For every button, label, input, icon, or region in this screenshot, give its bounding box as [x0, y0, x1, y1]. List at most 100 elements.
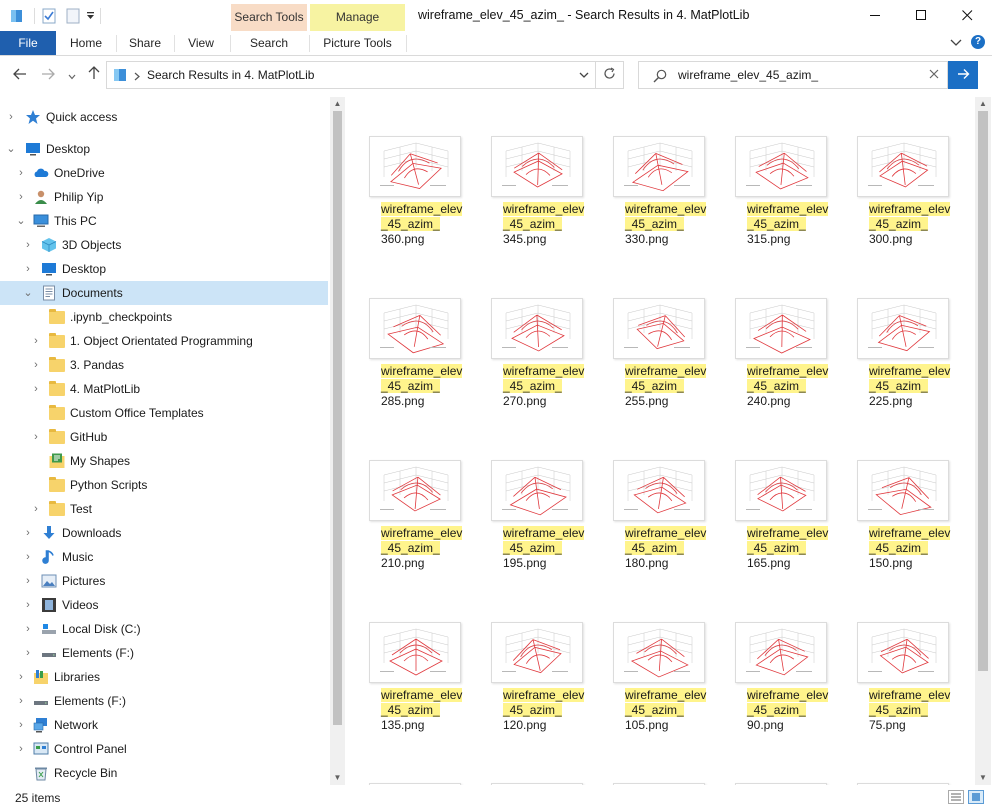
expand-chevron-icon[interactable]: ›	[22, 622, 34, 636]
file-name: wireframe_elev _45_azim_ 360.png	[381, 202, 467, 247]
expand-chevron-icon[interactable]: ›	[15, 694, 27, 708]
nav-item-music[interactable]: › Music	[0, 545, 328, 569]
expand-chevron-icon[interactable]: ›	[22, 646, 34, 660]
nav-item-3d-objects[interactable]: › 3D Objects	[0, 233, 328, 257]
nav-item-documents[interactable]: ⌄ Documents	[0, 281, 328, 305]
tab-view[interactable]: View	[175, 31, 227, 55]
nav-item-desktop[interactable]: › Desktop	[0, 257, 328, 281]
expand-chevron-icon[interactable]: ›	[22, 262, 34, 276]
clear-search-icon[interactable]	[929, 67, 939, 82]
refresh-button[interactable]	[596, 61, 624, 89]
nav-pane-scrollbar[interactable]: ▲ ▼	[330, 97, 345, 785]
scrollbar-thumb[interactable]	[978, 111, 988, 671]
up-button[interactable]	[84, 65, 104, 85]
nav-item-libraries[interactable]: › Libraries	[0, 665, 328, 689]
expand-chevron-icon[interactable]: ›	[30, 502, 42, 516]
scroll-up-arrow-icon[interactable]: ▲	[330, 97, 345, 111]
expand-chevron-icon[interactable]: ›	[30, 334, 42, 348]
new-folder-icon[interactable]	[66, 8, 80, 27]
partially-visible-thumbnail[interactable]	[857, 783, 949, 785]
search-box[interactable]: wireframe_elev_45_azim_	[638, 61, 948, 89]
wireframe-thumbnail-icon	[491, 298, 583, 359]
recent-locations-button[interactable]	[62, 65, 82, 85]
nav-item-desktop-root[interactable]: ⌄ Desktop	[0, 137, 328, 161]
explorer-app-icon[interactable]	[10, 8, 24, 27]
help-icon[interactable]: ?	[971, 35, 985, 49]
partially-visible-thumbnail[interactable]	[491, 783, 583, 785]
nav-item-quick-access[interactable]: › Quick access	[0, 105, 328, 129]
partially-visible-thumbnail[interactable]	[735, 783, 827, 785]
nav-item-videos[interactable]: › Videos	[0, 593, 328, 617]
address-path-box[interactable]: Search Results in 4. MatPlotLib	[106, 61, 596, 89]
partially-visible-thumbnail[interactable]	[613, 783, 705, 785]
expand-chevron-icon[interactable]: ›	[22, 550, 34, 564]
nav-item-this-pc[interactable]: ⌄ This PC	[0, 209, 328, 233]
expand-chevron-icon[interactable]: ›	[30, 430, 42, 444]
collapse-chevron-icon[interactable]: ⌄	[15, 214, 27, 228]
partially-visible-thumbnail[interactable]	[369, 783, 461, 785]
scroll-down-arrow-icon[interactable]: ▼	[330, 771, 345, 785]
search-input[interactable]: wireframe_elev_45_azim_	[678, 68, 818, 82]
nav-label: 3. Pandas	[70, 358, 125, 372]
scroll-down-arrow-icon[interactable]: ▼	[975, 771, 991, 785]
nav-item-local-disk-c[interactable]: › Local Disk (C:)	[0, 617, 328, 641]
expand-chevron-icon[interactable]: ›	[15, 166, 27, 180]
tab-search[interactable]: Search	[231, 31, 307, 55]
collapse-chevron-icon[interactable]: ⌄	[22, 286, 34, 300]
expand-chevron-icon[interactable]: ›	[22, 526, 34, 540]
tab-picture-tools[interactable]: Picture Tools	[310, 31, 405, 55]
nav-item-control-panel[interactable]: › Control Panel	[0, 737, 328, 761]
nav-item-elements-f[interactable]: › Elements (F:)	[0, 689, 328, 713]
maximize-button[interactable]	[898, 0, 944, 31]
quick-access-dropdown-icon[interactable]	[86, 10, 95, 24]
expand-chevron-icon[interactable]: ›	[22, 598, 34, 612]
nav-item-object-orientated-programming[interactable]: › 1. Object Orientated Programming	[0, 329, 328, 353]
search-go-button[interactable]	[948, 61, 978, 89]
path-history-chevron-icon[interactable]	[579, 66, 589, 87]
scroll-up-arrow-icon[interactable]: ▲	[975, 97, 991, 111]
nav-item-onedrive[interactable]: › OneDrive	[0, 161, 328, 185]
collapse-chevron-icon[interactable]: ⌄	[5, 142, 17, 156]
expand-chevron-icon[interactable]: ›	[15, 190, 27, 204]
expand-chevron-icon[interactable]: ›	[30, 358, 42, 372]
expand-chevron-icon[interactable]: ›	[30, 382, 42, 396]
scrollbar-thumb[interactable]	[333, 111, 342, 725]
nav-item-custom-office-templates[interactable]: Custom Office Templates	[0, 401, 328, 425]
nav-item-python-scripts[interactable]: Python Scripts	[0, 473, 328, 497]
tab-share[interactable]: Share	[117, 31, 173, 55]
expand-chevron-icon[interactable]: ›	[22, 574, 34, 588]
nav-item-elements-f-pc[interactable]: › Elements (F:)	[0, 641, 328, 665]
large-icons-view-icon[interactable]	[968, 790, 984, 804]
forward-button[interactable]	[38, 65, 58, 85]
nav-item-ipynb-checkpoints[interactable]: .ipynb_checkpoints	[0, 305, 328, 329]
nav-item-matplotlib[interactable]: › 4. MatPlotLib	[0, 377, 328, 401]
expand-chevron-icon[interactable]: ›	[15, 742, 27, 756]
expand-chevron-icon[interactable]: ›	[15, 670, 27, 684]
file-name-suffix: 315.png	[747, 232, 791, 246]
nav-item-test[interactable]: › Test	[0, 497, 328, 521]
breadcrumb-chevron-icon[interactable]	[134, 70, 140, 84]
back-button[interactable]	[10, 65, 30, 85]
file-list-scrollbar[interactable]: ▲ ▼	[975, 97, 991, 785]
nav-item-recycle-bin[interactable]: Recycle Bin	[0, 761, 328, 785]
nav-item-downloads[interactable]: › Downloads	[0, 521, 328, 545]
expand-chevron-icon[interactable]: ›	[22, 238, 34, 252]
tab-home[interactable]: Home	[58, 31, 114, 55]
tab-file[interactable]: File	[0, 31, 56, 55]
nav-item-pandas[interactable]: › 3. Pandas	[0, 353, 328, 377]
properties-icon[interactable]	[42, 8, 56, 27]
nav-item-network[interactable]: › Network	[0, 713, 328, 737]
nav-item-github[interactable]: › GitHub	[0, 425, 328, 449]
wireframe-thumbnail-icon	[613, 460, 705, 521]
details-view-icon[interactable]	[948, 790, 964, 804]
minimize-button[interactable]	[852, 0, 898, 31]
file-name-match-highlight: _45_azim_	[747, 703, 806, 717]
expand-chevron-icon[interactable]: ›	[15, 718, 27, 732]
nav-item-philip-yip[interactable]: › Philip Yip	[0, 185, 328, 209]
breadcrumb[interactable]: Search Results in 4. MatPlotLib	[147, 68, 314, 82]
close-button[interactable]	[944, 0, 990, 31]
expand-chevron-icon[interactable]: ›	[5, 110, 17, 124]
nav-item-pictures[interactable]: › Pictures	[0, 569, 328, 593]
expand-ribbon-icon[interactable]	[950, 37, 962, 51]
nav-item-my-shapes[interactable]: My Shapes	[0, 449, 328, 473]
